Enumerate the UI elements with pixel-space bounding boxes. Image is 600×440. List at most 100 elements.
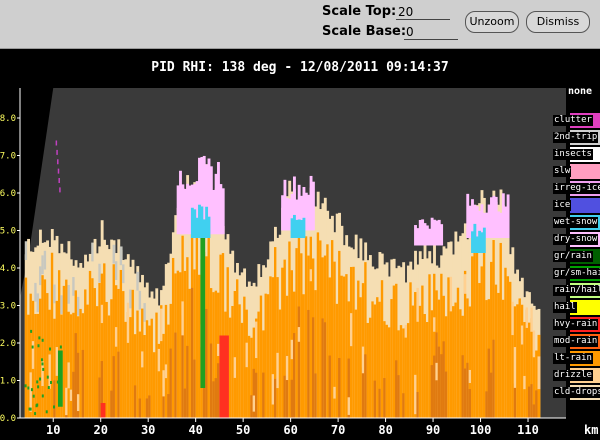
y-tick-label: 4.0	[0, 264, 16, 274]
x-unit-label: km	[584, 423, 598, 437]
legend-label: mod-rain	[553, 336, 599, 347]
y-tick-label: 2.0	[0, 339, 16, 349]
speckle-gr-sm-hail	[30, 388, 33, 392]
legend-item: 2nd-trip	[553, 130, 600, 145]
speckle-gr-sm-hail	[49, 347, 52, 351]
speckle-gr-sm-hail	[32, 394, 35, 398]
ice-layer-dry-snow	[311, 181, 315, 231]
speckle-gr-sm-hail	[27, 386, 30, 390]
legend-label: drizzle	[553, 370, 593, 381]
speckle-gr-sm-hail	[37, 344, 40, 348]
legend-label: cld-drops	[553, 387, 600, 398]
legend-label: clutter	[553, 115, 593, 126]
scale-top-label: Scale Top:	[322, 4, 397, 19]
x-tick-label: 40	[188, 423, 202, 437]
legend-item: drizzle	[553, 368, 600, 383]
scale-base-input[interactable]	[404, 24, 458, 40]
speckle-gr-sm-hail	[37, 385, 40, 389]
speckle-gr-sm-hail	[34, 412, 37, 416]
scale-top-input[interactable]	[396, 4, 450, 20]
y-tick-label: 8.0	[0, 114, 16, 124]
legend-item: gr/rain	[553, 249, 600, 264]
plot-title: PID RHI: 138 deg - 12/08/2011 09:14:37	[151, 60, 449, 75]
speckle-gr-sm-hail	[41, 394, 44, 398]
ice-layer-dry-snow	[506, 194, 510, 238]
echo-patch-drizzle	[537, 356, 541, 390]
legend-label: dry-snow	[553, 234, 599, 245]
speckle-gr-sm-hail	[47, 386, 50, 390]
legend-label: gr/sm-hail	[553, 268, 600, 279]
ice-layer-wet-snow	[207, 216, 211, 238]
legend-label: gr/rain	[553, 251, 593, 262]
legend-label: irreg-ice	[553, 183, 600, 194]
speckle-clutter	[55, 140, 58, 146]
speckle-gr-sm-hail	[46, 375, 49, 379]
core-gr-sm-hail	[57, 350, 63, 407]
legend-label: lt-rain	[553, 353, 593, 364]
legend-item: hail	[553, 300, 600, 315]
legend-swatch	[570, 198, 600, 213]
core-gr-sm-hail	[200, 238, 206, 388]
legend-item: cld-drops	[553, 385, 600, 400]
legend-label: hail	[553, 302, 577, 313]
legend-label: hvy-rain	[553, 319, 599, 330]
ice-layer-wet-snow	[302, 217, 306, 238]
legend-item: lt-rain	[553, 351, 600, 366]
speckle-gr-sm-hail	[41, 362, 44, 366]
speckle-gr-sm-hail	[49, 380, 52, 384]
x-tick-label: 80	[378, 423, 392, 437]
ice-layer-wet-snow	[482, 227, 486, 253]
x-tick-label: 70	[331, 423, 345, 437]
ice-layer-dry-snow	[221, 188, 225, 235]
legend-item: wet-snow	[553, 215, 600, 230]
speckle-gr-sm-hail	[59, 345, 62, 349]
legend-item: dry-snow	[553, 232, 600, 247]
legend-header: none	[568, 86, 593, 97]
pid-rhi-plot[interactable]: 0.0 1.0 2.0 3.0 4.0 5.0 6.0 7.0 8.0 10 20 30 40 50 60 7…	[0, 84, 600, 440]
legend-item: hvy-rain	[553, 317, 600, 332]
x-tick-label: 100	[470, 423, 492, 437]
speckle-gr-sm-hail	[41, 338, 44, 342]
toolbar: Scale Top: Scale Base: Unzoom Dismiss	[0, 0, 600, 49]
x-tick-label: 110	[517, 423, 539, 437]
y-tick-label: 0.0	[0, 414, 16, 424]
speckle-clutter	[57, 168, 60, 174]
speckle-gr-sm-hail	[38, 336, 41, 340]
x-tick-label: 90	[426, 423, 440, 437]
speckle-gr-sm-hail	[56, 380, 59, 384]
y-tick-label: 5.0	[0, 227, 16, 237]
y-tick-label: 7.0	[0, 152, 16, 162]
ice-layer-dry-snow	[440, 224, 444, 246]
speckle-clutter	[59, 187, 61, 193]
legend-item: insects	[553, 147, 600, 162]
y-tick-label: 3.0	[0, 302, 16, 312]
speckle-gr-sm-hail	[30, 329, 33, 333]
speckle-clutter	[57, 159, 59, 165]
speckle-gr-sm-hail	[28, 407, 31, 411]
scale-base-label: Scale Base:	[322, 24, 407, 39]
speckle-gr-sm-hail	[40, 358, 43, 362]
core-hvy-rain	[219, 335, 229, 418]
legend-item: clutter	[553, 113, 600, 128]
speckle-clutter	[56, 149, 58, 155]
speckle-gr-sm-hail	[59, 373, 62, 377]
x-tick-label: 20	[93, 423, 107, 437]
speckle-clutter	[58, 178, 60, 183]
y-tick-label: 6.0	[0, 189, 16, 199]
legend-label: rain/hail	[553, 285, 600, 296]
legend-item: slw	[553, 164, 600, 179]
speckle-gr-sm-hail	[36, 380, 39, 384]
legend-item: gr/sm-hail	[553, 266, 600, 281]
legend-swatch	[570, 164, 600, 179]
legend-item: ice	[553, 198, 600, 213]
unzoom-button[interactable]: Unzoom	[465, 11, 519, 33]
legend-label: wet-snow	[553, 217, 599, 228]
speckle-gr-sm-hail	[45, 410, 48, 414]
speckle-gr-sm-hail	[39, 377, 42, 381]
speckle-gr-sm-hail	[42, 367, 45, 371]
speckle-gr-sm-hail	[31, 345, 34, 349]
legend-label: insects	[553, 149, 593, 160]
x-tick-label: 30	[141, 423, 155, 437]
legend-label: 2nd-trip	[553, 132, 599, 143]
dismiss-button[interactable]: Dismiss	[526, 11, 590, 33]
